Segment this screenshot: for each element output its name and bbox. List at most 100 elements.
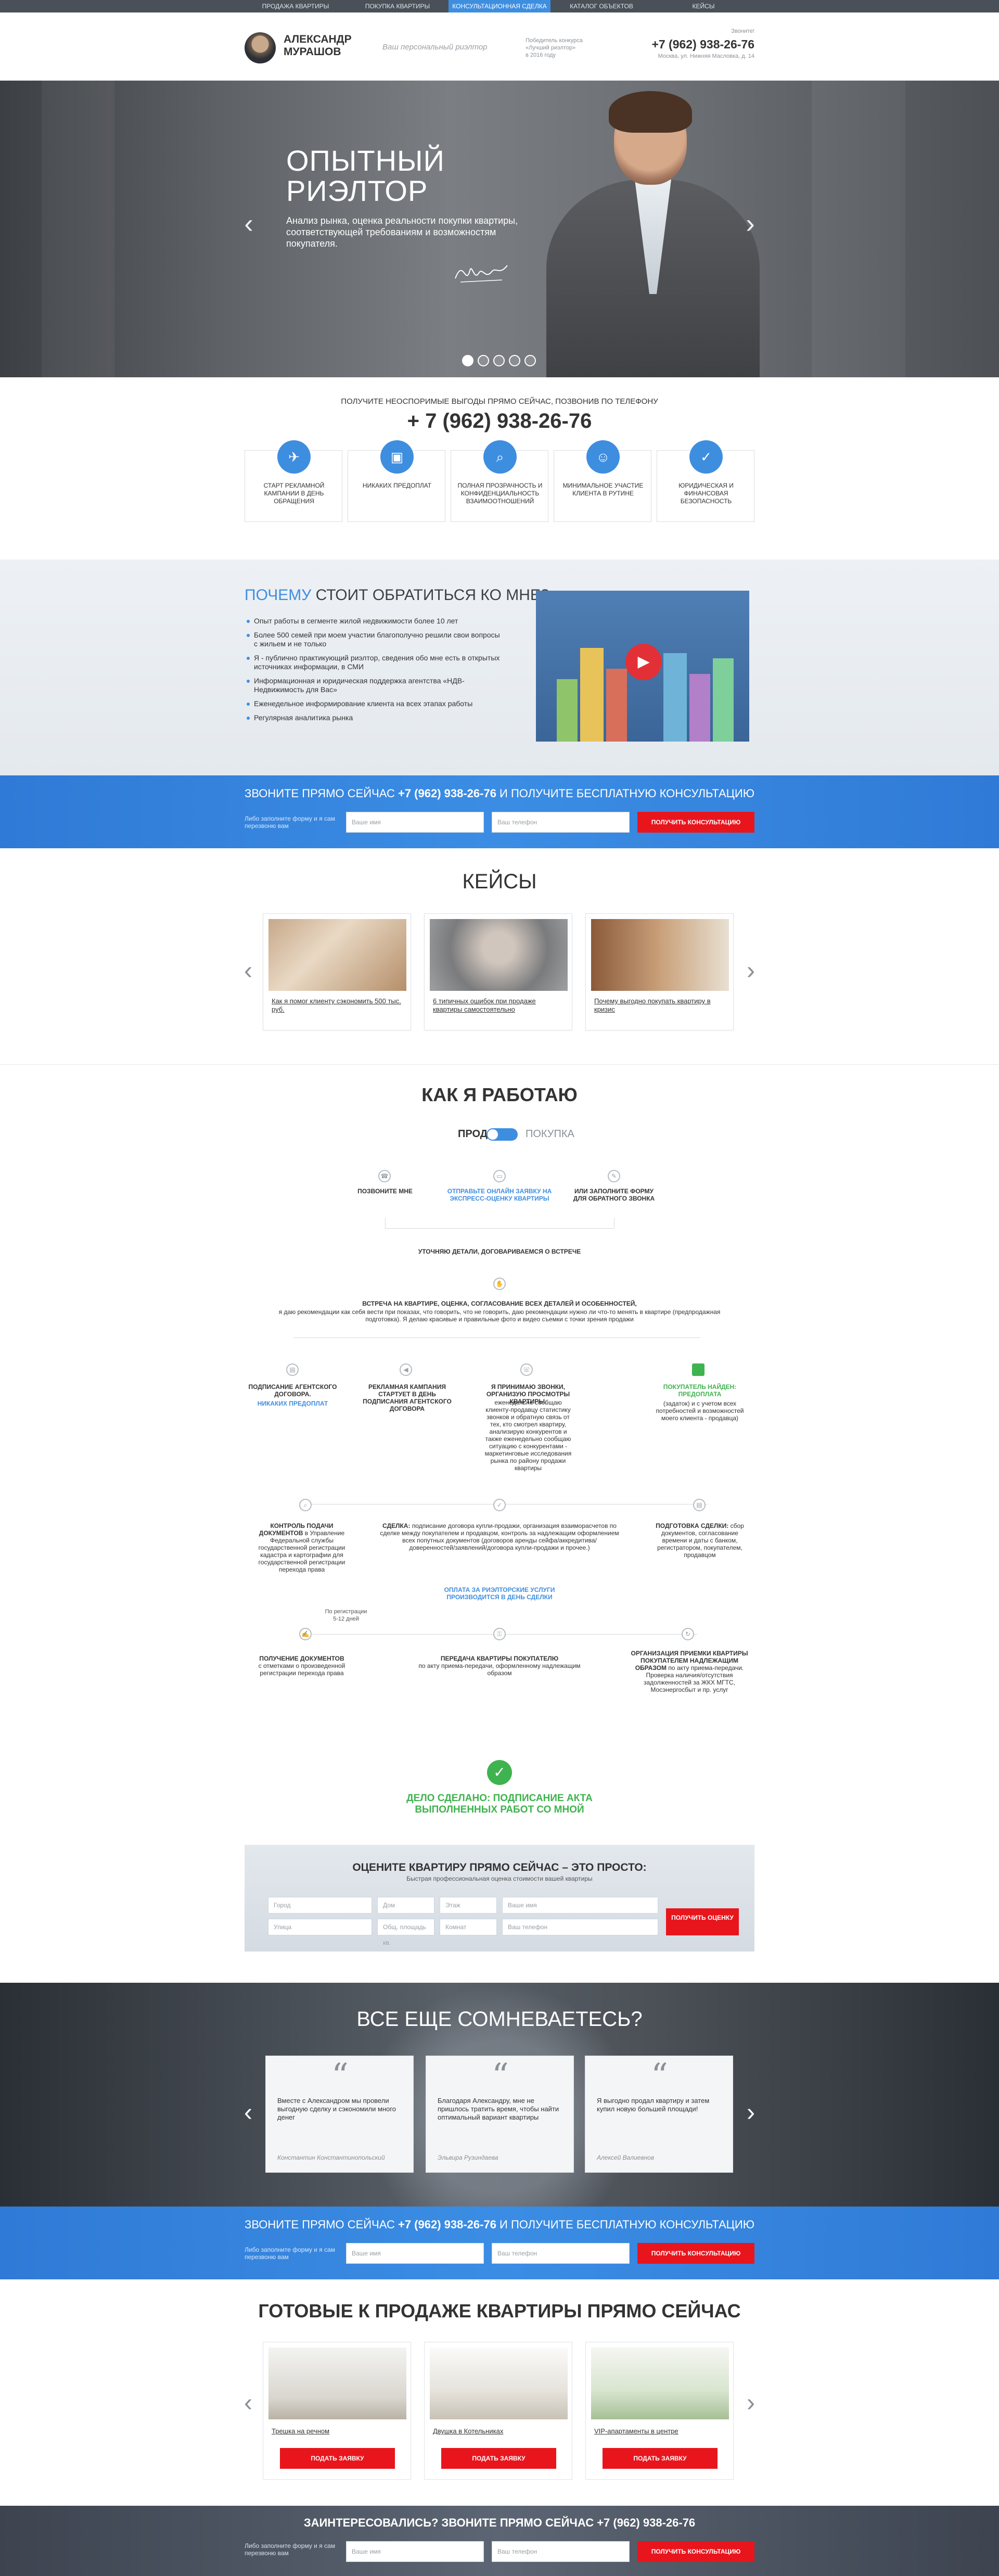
phone-label: Звоните! — [731, 28, 754, 34]
case-card[interactable]: Почему выгодно покупать квартиру в кризи… — [585, 913, 734, 1030]
get-consultation-button[interactable]: Получить консультацию — [637, 2243, 754, 2264]
phone-input[interactable]: Ваш телефон — [492, 2243, 630, 2264]
cta-title: Звоните прямо сейчас +7 (962) 938-26-76 … — [245, 787, 754, 800]
final-note: Либо заполните форму и я сам перезвоню в… — [245, 2542, 335, 2557]
wallet-icon: ▣ — [380, 440, 414, 474]
benefit-card: ⌕ Полная прозрачность и конфиденциальност… — [451, 440, 548, 522]
section-divider — [0, 1064, 999, 1065]
nav-item-consulting[interactable]: Консультационная сделка — [449, 0, 550, 12]
benefit-card: ▣ Никаких предоплат — [348, 440, 445, 522]
play-icon[interactable]: ▶ — [625, 644, 662, 680]
benefit-card: ✓ Юридическая и финансовая безопасность — [657, 440, 754, 522]
mode-toggle[interactable] — [486, 1128, 518, 1141]
slider-dot[interactable] — [462, 355, 473, 366]
review-author: Эльвира Рузиндаева — [438, 2154, 498, 2161]
step-ad-campaign: Рекламная кампания стартует в день подпи… — [363, 1383, 452, 1412]
search-icon: ⌕ — [299, 1499, 312, 1511]
benefits-section: Получите неоспоримые выгоды прямо сейчас… — [0, 377, 999, 559]
toggle-label-purchase[interactable]: Покупка — [526, 1128, 574, 1140]
header-phone[interactable]: +7 (962) 938-26-76 — [643, 37, 754, 52]
benefit-text: Полная прозрачность и конфиденциальность… — [457, 482, 543, 505]
slider-dot[interactable] — [493, 355, 505, 366]
hero-prev-arrow[interactable]: ‹ — [241, 208, 257, 245]
review-card: “ Благодаря Александру, мне не пришлось … — [426, 2056, 574, 2173]
submit-request-button[interactable]: Подать заявку — [280, 2448, 395, 2469]
slider-dot[interactable] — [509, 355, 520, 366]
flat-link[interactable]: Трешка на речном — [272, 2427, 329, 2435]
slider-dot[interactable] — [478, 355, 489, 366]
nav-item-purchase[interactable]: Покупка квартиры — [347, 0, 449, 12]
smile-icon: ☺ — [586, 440, 620, 474]
final-title: Заинтересовались? Звоните прямо сейчас +… — [303, 2516, 696, 2529]
flats-title: Готовые к продаже квартиры прямо сейчас — [258, 2300, 741, 2322]
reviews-next-arrow[interactable]: › — [744, 2098, 758, 2129]
slider-dot[interactable] — [524, 355, 536, 366]
get-consultation-button[interactable]: Получить консультацию — [637, 812, 754, 833]
nav-item-sale[interactable]: Продажа квартиры — [245, 0, 347, 12]
case-card[interactable]: Как я помог клиенту сэкономить 500 тыс. … — [263, 913, 411, 1030]
final-consultation-button[interactable]: Получить консультацию — [637, 2541, 754, 2562]
street-input[interactable]: Улица — [268, 1919, 372, 1935]
city-input[interactable]: Город — [268, 1897, 372, 1914]
benefit-text: Юридическая и финансовая безопасность — [678, 482, 734, 505]
call-phone[interactable]: + 7 (962) 938-26-76 — [0, 410, 999, 433]
list-item: Регулярная аналитика рынка — [245, 713, 505, 722]
realtor-photo — [546, 91, 760, 377]
quote-icon: “ — [651, 2057, 668, 2095]
flat-link[interactable]: VIP-апартаменты в центре — [594, 2427, 678, 2435]
slider-dots — [462, 355, 536, 366]
review-author: Константин Константинопольский — [277, 2154, 385, 2161]
flat-image-living-room — [268, 2348, 406, 2419]
quote-icon: “ — [492, 2057, 509, 2095]
estimate-phone-input[interactable]: Ваш телефон — [502, 1919, 658, 1935]
estimate-form: Оцените квартиру прямо сейчас – это прос… — [245, 1845, 754, 1952]
nav-item-catalog[interactable]: Каталог объектов — [550, 0, 652, 12]
name-input[interactable]: Ваше имя — [346, 812, 484, 833]
video-player[interactable]: ▶ — [536, 591, 749, 742]
rooms-input[interactable]: Комнат — [440, 1919, 497, 1935]
site-header: Александр Мурашов Ваш персональный риэлт… — [0, 12, 999, 81]
step-deal: Сделка: подписание договора купли-продаж… — [380, 1522, 619, 1551]
submit-request-button[interactable]: Подать заявку — [441, 2448, 556, 2469]
cta-note: Либо заполните форму и я сам перезвоню в… — [245, 2246, 335, 2261]
case-link[interactable]: 6 типичных ошибок при продаже квартиры с… — [433, 997, 563, 1014]
top-navigation: Продажа квартиры Покупка квартиры Консул… — [0, 0, 999, 12]
house-input[interactable]: Дом — [377, 1897, 434, 1914]
step-call: Позвоните мне — [357, 1188, 413, 1195]
megaphone-icon: ◀ — [400, 1363, 412, 1376]
step-buyer-found: Покупатель найден: предоплата — [663, 1383, 737, 1398]
hero-next-arrow[interactable]: › — [742, 208, 758, 245]
flat-link[interactable]: Двушка в Котельниках — [433, 2427, 503, 2435]
case-link[interactable]: Как я помог клиенту сэкономить 500 тыс. … — [272, 997, 402, 1014]
nav-item-cases[interactable]: Кейсы — [652, 0, 754, 12]
docs-received-icon: ✍ — [299, 1628, 312, 1640]
name-input[interactable]: Ваше имя — [346, 2243, 484, 2264]
case-card[interactable]: 6 типичных ошибок при продаже квартиры с… — [424, 913, 572, 1030]
final-phone-input[interactable]: Ваш телефон — [492, 2541, 630, 2562]
case-link[interactable]: Почему выгодно покупать квартиру в кризи… — [594, 997, 724, 1014]
cases-title: Кейсы — [462, 870, 537, 893]
list-item: Я - публично практикующий риэлтор, сведе… — [245, 654, 505, 671]
cases-next-arrow[interactable]: › — [744, 957, 758, 988]
final-name-input[interactable]: Ваше имя — [346, 2541, 484, 2562]
review-card: “ Я выгодно продал квартиру и затем купи… — [585, 2056, 733, 2173]
get-estimate-button[interactable]: Получить оценку — [666, 1908, 739, 1935]
consultation-banner-2: Звоните прямо сейчас +7 (962) 938-26-76 … — [0, 2207, 999, 2279]
document-icon: ▤ — [693, 1499, 706, 1511]
reviews-prev-arrow[interactable]: ‹ — [241, 2098, 255, 2129]
flats-next-arrow[interactable]: › — [744, 2389, 758, 2420]
background-pillar — [42, 81, 114, 377]
area-input[interactable]: Общ. площадь кв. — [377, 1919, 434, 1946]
consultation-banner: Звоните прямо сейчас +7 (962) 938-26-76 … — [0, 775, 999, 848]
flats-prev-arrow[interactable]: ‹ — [241, 2389, 255, 2420]
floor-input[interactable]: Этаж — [440, 1897, 497, 1914]
realtor-name: Александр Мурашов — [284, 33, 352, 58]
review-text: Благодаря Александру, мне не пришлось тр… — [438, 2097, 559, 2121]
hero-slider: Опытный риэлтор Анализ рынка, оценка реа… — [0, 81, 999, 377]
estimate-name-input[interactable]: Ваше имя — [502, 1897, 658, 1914]
phone-input[interactable]: Ваш телефон — [492, 812, 630, 833]
buyer-found-icon — [692, 1363, 705, 1376]
key-icon: ⚿ — [493, 1628, 506, 1640]
cases-prev-arrow[interactable]: ‹ — [241, 957, 255, 988]
submit-request-button[interactable]: Подать заявку — [603, 2448, 718, 2469]
